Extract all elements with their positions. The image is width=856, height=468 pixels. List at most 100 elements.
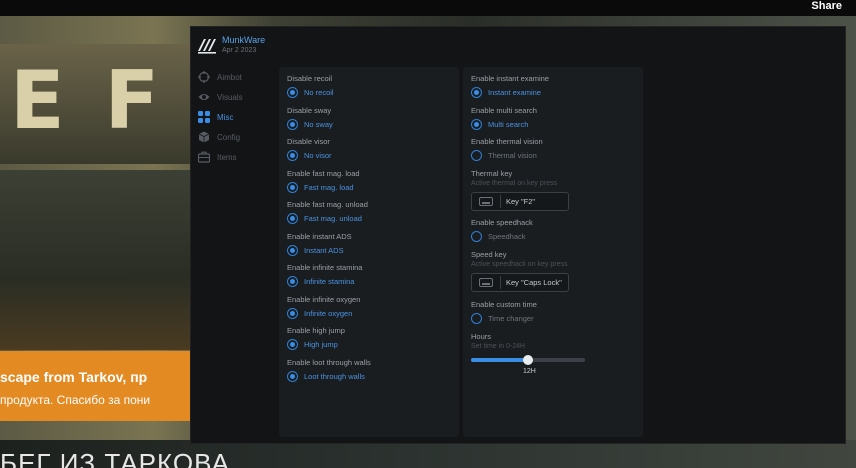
crosshair-icon [197,70,211,84]
radio-checked-icon [287,276,298,287]
sidebar-item-misc[interactable]: Misc [197,107,275,127]
sidebar-item-label: Items [217,152,237,162]
setting-group: Thermal key Active thermal on key press … [471,169,569,211]
checkbox-label: Infinite oxygen [304,308,353,318]
speedhack-checkbox[interactable]: Speedhack [471,231,533,242]
setting-title: Hours [471,332,492,341]
radio-checked-icon [471,87,482,98]
divider [500,194,501,208]
setting-group: Disable visor No visor [287,137,332,161]
setting-title: Enable fast mag. unload [287,200,368,209]
infinite-oxygen-checkbox[interactable]: Infinite oxygen [287,307,360,319]
no-recoil-checkbox[interactable]: No recoil [287,87,334,98]
multi-search-checkbox[interactable]: Multi search [471,118,537,130]
slider-thumb[interactable] [523,355,533,365]
setting-group: Enable fast mag. load Fast mag. load [287,169,360,193]
setting-title: Speed key [471,250,507,259]
setting-title: Disable sway [287,105,332,115]
setting-group: Enable thermal vision Thermal vision [471,137,543,161]
checkbox-label: Fast mag. load [304,182,354,192]
setting-group: Enable multi search Multi search [471,106,537,130]
checkbox-label: Time changer [488,314,534,323]
setting-description: Set time in 0-24H [471,343,526,350]
fast-mag-load-checkbox[interactable]: Fast mag. load [287,181,360,193]
keyboard-icon [479,278,493,287]
sidebar-item-config[interactable]: Config [197,127,275,147]
setting-group: Enable instant examine Instant examine [471,74,549,98]
setting-group: Disable recoil No recoil [287,74,334,98]
cube-icon [197,130,211,144]
sidebar-item-aimbot[interactable]: Aimbot [197,67,275,87]
checkbox-label: Infinite stamina [304,277,355,286]
checkbox-label: Instant ADS [304,245,344,255]
video-banner: scape from Tarkov, пр продукта. Спасибо … [0,351,192,421]
setting-group: Enable infinite oxygen Infinite oxygen [287,295,360,319]
setting-group: Enable instant ADS Instant ADS [287,232,352,256]
hours-slider[interactable] [471,355,585,365]
sidebar-item-label: Aimbot [217,72,242,82]
no-visor-checkbox[interactable]: No visor [287,150,332,161]
misc-panel-left: Disable recoil No recoil Disable sway No… [279,67,459,437]
briefcase-icon [197,150,211,164]
speed-keybind-button[interactable]: Key "Caps Lock" [471,273,569,292]
radio-checked-icon [471,118,482,130]
checkbox-label: Loot through walls [304,371,365,381]
setting-title: Enable custom time [471,300,537,309]
video-forest-art [0,170,200,350]
video-title-art: E F [0,44,200,164]
setting-title: Disable visor [287,137,330,146]
instant-examine-checkbox[interactable]: Instant examine [471,87,549,98]
setting-title: Enable thermal vision [471,137,543,146]
slider-fill [471,358,528,362]
radio-checked-icon [287,213,298,224]
fast-mag-unload-checkbox[interactable]: Fast mag. unload [287,213,368,224]
thermal-vision-checkbox[interactable]: Thermal vision [471,150,543,161]
thermal-keybind-button[interactable]: Key "F2" [471,191,569,211]
setting-description: Active speedhack on key press [471,261,568,268]
keyboard-icon [479,196,493,206]
setting-group: Enable high jump High jump [287,326,345,350]
setting-group: Enable speedhack Speedhack [471,218,533,242]
checkbox-label: Multi search [488,119,529,129]
high-jump-checkbox[interactable]: High jump [287,339,345,350]
build-date: Apr 2 2023 [222,47,257,54]
divider [500,276,501,289]
no-sway-checkbox[interactable]: No sway [287,118,333,130]
radio-checked-icon [287,181,298,193]
radio-checked-icon [287,150,298,161]
video-bottom-text: БЕГ ИЗ ТАРКОВА [0,448,230,468]
infinite-stamina-checkbox[interactable]: Infinite stamina [287,276,362,287]
setting-title: Enable fast mag. load [287,168,360,178]
sidebar-item-visuals[interactable]: Visuals [197,87,275,107]
setting-group: Disable sway No sway [287,106,333,130]
cheat-menu-window: MunkWare Apr 2 2023 Aimbot Visuals Misc [190,26,846,444]
sidebar-item-items[interactable]: Items [197,147,275,167]
setting-title: Disable recoil [287,74,333,83]
instant-ads-checkbox[interactable]: Instant ADS [287,244,352,256]
checkbox-label: Fast mag. unload [304,214,362,223]
slider-value-label: 12H [523,368,536,375]
radio-checked-icon [287,307,298,319]
radio-checked-icon [287,118,298,130]
share-button[interactable]: Share [811,0,842,12]
radio-checked-icon [287,370,298,382]
sidebar-item-label: Visuals [217,92,243,102]
checkbox-label: Thermal vision [488,151,537,160]
checkbox-label: No sway [304,119,333,129]
setting-group: Enable loot through walls Loot through w… [287,358,371,382]
time-changer-checkbox[interactable]: Time changer [471,313,537,324]
setting-title: Enable high jump [287,326,345,335]
setting-title: Enable speedhack [471,218,533,227]
radio-unchecked-icon [471,150,482,161]
setting-group: Hours Set time in 0-24H 12H [471,332,585,375]
brand-name: MunkWare [222,35,266,45]
misc-panel-right: Enable instant examine Instant examine E… [463,67,643,437]
radio-unchecked-icon [471,231,482,242]
setting-group: Speed key Active speedhack on key press … [471,250,569,292]
radio-checked-icon [287,87,298,98]
sidebar-item-label: Config [217,132,241,142]
title-fragment: E F [10,54,166,147]
loot-through-walls-checkbox[interactable]: Loot through walls [287,370,371,382]
grid-icon [197,110,211,124]
checkbox-label: No visor [304,151,332,160]
